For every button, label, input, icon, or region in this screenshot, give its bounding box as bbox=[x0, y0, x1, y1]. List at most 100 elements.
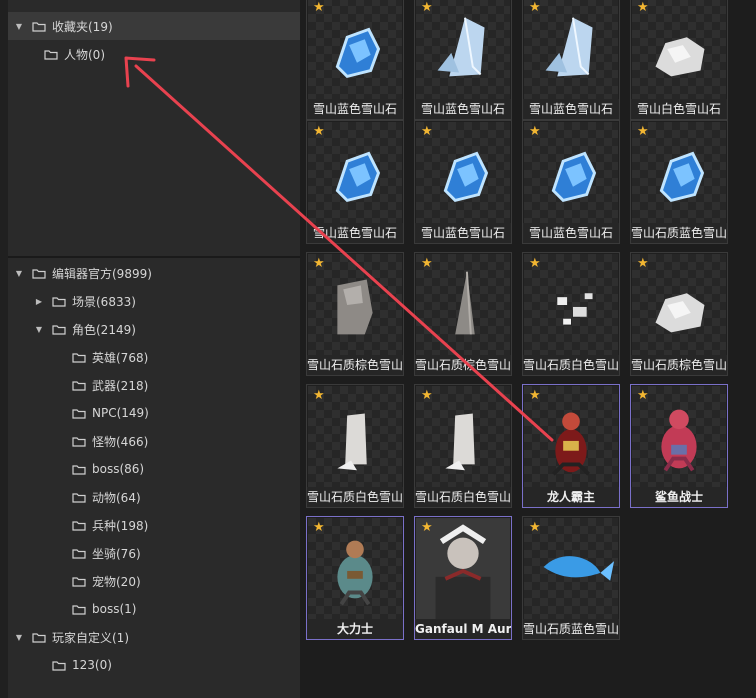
caret-right-icon[interactable]: ▶ bbox=[34, 296, 44, 306]
favorite-star-icon[interactable]: ★ bbox=[421, 1, 435, 15]
asset-card[interactable]: ★ 雪山石质棕色雪山 bbox=[630, 252, 728, 376]
asset-label: 雪山蓝色雪山石 bbox=[415, 223, 511, 243]
folder-icon bbox=[72, 380, 86, 391]
asset-label: 雪山石质棕色雪山 bbox=[415, 355, 511, 375]
tree-item-label: boss(1) bbox=[92, 602, 137, 616]
favorite-star-icon[interactable]: ★ bbox=[313, 125, 327, 139]
asset-card[interactable]: ★ 雪山石质蓝色雪山 bbox=[630, 120, 728, 244]
asset-label: 雪山石质白色雪山 bbox=[307, 487, 403, 507]
asset-thumbnail bbox=[524, 0, 618, 100]
tree-item-label: 场景(6833) bbox=[72, 294, 136, 309]
favorite-star-icon[interactable]: ★ bbox=[529, 389, 543, 403]
asset-card[interactable]: ★ 鲨鱼战士 bbox=[630, 384, 728, 508]
asset-card[interactable]: ★ 雪山石质蓝色雪山 bbox=[522, 516, 620, 640]
tree-item-label: 角色(2149) bbox=[72, 322, 136, 337]
favorite-star-icon[interactable]: ★ bbox=[637, 1, 651, 15]
tree-item-scene[interactable]: ▶ 场景(6833) bbox=[8, 287, 300, 315]
asset-card[interactable]: ★ 雪山石质白色雪山 bbox=[306, 384, 404, 508]
favorite-star-icon[interactable]: ★ bbox=[313, 521, 327, 535]
blue-ice-rock-icon bbox=[335, 27, 381, 79]
asset-card[interactable]: ★ 龙人霸主 bbox=[522, 384, 620, 508]
tree-item-role-child[interactable]: boss(1) bbox=[8, 595, 300, 623]
tree-item-role-child[interactable]: 英雄(768) bbox=[8, 343, 300, 371]
folder-icon bbox=[44, 49, 58, 60]
folder-icon bbox=[72, 576, 86, 587]
favorite-star-icon[interactable]: ★ bbox=[637, 389, 651, 403]
asset-card[interactable]: ★ 雪山白色雪山石 bbox=[630, 0, 728, 120]
favorite-star-icon[interactable]: ★ bbox=[637, 257, 651, 271]
tree-item-role-child[interactable]: boss(86) bbox=[8, 455, 300, 483]
asset-thumbnail bbox=[308, 0, 402, 100]
favorite-star-icon[interactable]: ★ bbox=[421, 125, 435, 139]
favorite-star-icon[interactable]: ★ bbox=[421, 389, 435, 403]
tree-item-player-custom[interactable]: ▼ 玩家自定义(1) bbox=[8, 623, 300, 651]
folder-icon bbox=[72, 492, 86, 503]
tree-item-label: 武器(218) bbox=[92, 378, 149, 393]
favorite-star-icon[interactable]: ★ bbox=[529, 521, 543, 535]
asset-label: 大力士 bbox=[307, 619, 403, 639]
asset-label: 雪山白色雪山石 bbox=[631, 99, 727, 119]
asset-card[interactable]: ★ 雪山蓝色雪山石 bbox=[306, 120, 404, 244]
folder-icon bbox=[32, 268, 46, 279]
asset-card[interactable]: ★ 雪山蓝色雪山石 bbox=[306, 0, 404, 120]
tree-item-label: 兵种(198) bbox=[92, 518, 149, 533]
favorite-star-icon[interactable]: ★ bbox=[529, 125, 543, 139]
asset-card[interactable]: ★ 大力士 bbox=[306, 516, 404, 640]
caret-down-icon[interactable]: ▼ bbox=[34, 324, 44, 334]
folder-icon bbox=[72, 408, 86, 419]
tree-item-123[interactable]: 123(0) bbox=[8, 651, 300, 679]
asset-card[interactable]: ★ 雪山蓝色雪山石 bbox=[414, 120, 512, 244]
favorite-star-icon[interactable]: ★ bbox=[421, 257, 435, 271]
favorite-star-icon[interactable]: ★ bbox=[313, 1, 327, 15]
caret-down-icon[interactable]: ▼ bbox=[14, 268, 24, 278]
tree-item-role-child[interactable]: 怪物(466) bbox=[8, 427, 300, 455]
tree-item-favorites[interactable]: ▼ 收藏夹(19) bbox=[8, 12, 300, 40]
asset-card[interactable]: ★ 雪山蓝色雪山石 bbox=[522, 0, 620, 120]
favorite-star-icon[interactable]: ★ bbox=[637, 125, 651, 139]
asset-thumbnail bbox=[416, 0, 510, 100]
tree-item-editor-official[interactable]: ▼ 编辑器官方(9899) bbox=[8, 259, 300, 287]
favorite-star-icon[interactable]: ★ bbox=[529, 1, 543, 15]
favorite-star-icon[interactable]: ★ bbox=[313, 257, 327, 271]
asset-label: 雪山蓝色雪山石 bbox=[523, 99, 619, 119]
folder-icon bbox=[52, 296, 66, 307]
favorite-star-icon[interactable]: ★ bbox=[529, 257, 543, 271]
tree-item-role-child[interactable]: NPC(149) bbox=[8, 399, 300, 427]
favorite-star-icon[interactable]: ★ bbox=[421, 521, 435, 535]
asset-thumbnail bbox=[632, 0, 726, 100]
asset-card[interactable]: ★ 雪山石质白色雪山 bbox=[414, 384, 512, 508]
folder-icon bbox=[32, 632, 46, 643]
folder-icon bbox=[72, 464, 86, 475]
tree-item-people[interactable]: 人物(0) bbox=[8, 40, 300, 68]
asset-label: 雪山蓝色雪山石 bbox=[523, 223, 619, 243]
asset-card[interactable]: ★ 雪山石质棕色雪山 bbox=[414, 252, 512, 376]
tree-item-role-child[interactable]: 宠物(20) bbox=[8, 567, 300, 595]
asset-label: 雪山石质棕色雪山 bbox=[307, 355, 403, 375]
tree-item-role-child[interactable]: 武器(218) bbox=[8, 371, 300, 399]
asset-card[interactable]: ★ Ganfaul M Aure bbox=[414, 516, 512, 640]
caret-down-icon[interactable]: ▼ bbox=[14, 21, 24, 31]
asset-label: 雪山蓝色雪山石 bbox=[415, 99, 511, 119]
ice-shard-icon bbox=[545, 17, 593, 77]
tree-item-role-child[interactable]: 动物(64) bbox=[8, 483, 300, 511]
tree-item-label: 人物(0) bbox=[64, 47, 105, 62]
tree-item-role-child[interactable]: 坐骑(76) bbox=[8, 539, 300, 567]
folder-icon bbox=[52, 324, 66, 335]
asset-label: 雪山蓝色雪山石 bbox=[307, 223, 403, 243]
asset-label: 雪山蓝色雪山石 bbox=[307, 99, 403, 119]
tree-item-label: boss(86) bbox=[92, 462, 145, 476]
asset-card[interactable]: ★ 雪山蓝色雪山石 bbox=[522, 120, 620, 244]
tree-item-label: NPC(149) bbox=[92, 406, 149, 420]
favorite-star-icon[interactable]: ★ bbox=[313, 389, 327, 403]
caret-down-icon[interactable]: ▼ bbox=[14, 632, 24, 642]
asset-card[interactable]: ★ 雪山石质白色雪山 bbox=[522, 252, 620, 376]
tree-item-label: 宠物(20) bbox=[92, 574, 141, 589]
folder-icon bbox=[72, 436, 86, 447]
tree-item-label: 123(0) bbox=[72, 658, 112, 672]
folder-icon bbox=[72, 352, 86, 363]
asset-card[interactable]: ★ 雪山石质棕色雪山 bbox=[306, 252, 404, 376]
asset-card[interactable]: ★ 雪山蓝色雪山石 bbox=[414, 0, 512, 120]
tree-item-role-child[interactable]: 兵种(198) bbox=[8, 511, 300, 539]
tree-item-role[interactable]: ▼ 角色(2149) bbox=[8, 315, 300, 343]
library-tree: ▼ 编辑器官方(9899) ▶ 场景(6833) ▼ 角色(2149) 英雄(7… bbox=[8, 258, 300, 698]
